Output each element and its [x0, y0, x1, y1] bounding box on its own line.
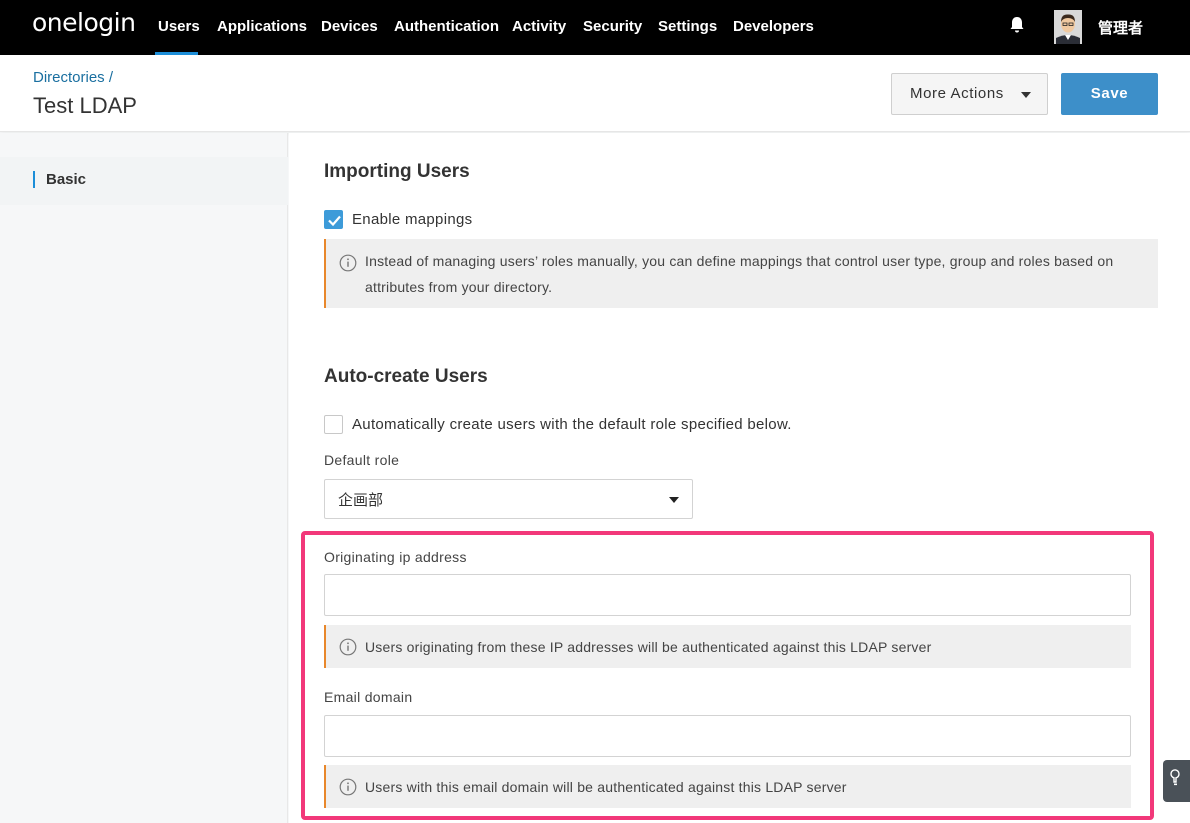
sidebar-active-indicator — [33, 171, 35, 188]
highlight-annotation-box — [301, 531, 1154, 820]
section-title-auto-create-users: Auto-create Users — [324, 366, 488, 387]
page-title: Test LDAP — [33, 93, 137, 118]
auto-create-checkbox[interactable] — [324, 415, 343, 434]
sidebar-item-label: Basic — [46, 171, 87, 188]
nav-item-settings[interactable]: Settings — [658, 18, 717, 35]
onelogin-logo[interactable]: onelogin — [32, 8, 136, 37]
section-title-importing-users: Importing Users — [324, 161, 470, 182]
auto-create-label[interactable]: Automatically create users with the defa… — [352, 416, 792, 433]
default-role-select[interactable]: 企画部 — [324, 479, 693, 519]
page-header: Directories / Test LDAP More Actions Sav… — [0, 55, 1190, 132]
breadcrumb-directories[interactable]: Directories / — [33, 69, 113, 86]
checkmark-icon — [328, 215, 341, 227]
mappings-info-line-1: Instead of managing users’ roles manuall… — [365, 253, 1114, 269]
caret-down-icon — [1021, 92, 1031, 98]
nav-item-applications[interactable]: Applications — [217, 18, 307, 35]
nav-item-activity[interactable]: Activity — [512, 18, 566, 35]
top-navigation-bar: onelogin Users Applications Devices Auth… — [0, 0, 1190, 55]
more-actions-label: More Actions — [910, 85, 1004, 102]
username-label[interactable]: 管理者 — [1098, 17, 1143, 38]
user-avatar[interactable] — [1054, 10, 1082, 44]
chevron-down-icon — [669, 497, 679, 503]
nav-item-devices[interactable]: Devices — [321, 18, 378, 35]
sidebar: Basic — [0, 133, 288, 823]
nav-item-users[interactable]: Users — [158, 18, 200, 35]
more-actions-button[interactable]: More Actions — [891, 73, 1048, 115]
nav-item-authentication[interactable]: Authentication — [394, 18, 499, 35]
enable-mappings-checkbox[interactable] — [324, 210, 343, 229]
save-button[interactable]: Save — [1061, 73, 1158, 115]
help-button[interactable] — [1163, 760, 1190, 802]
lightbulb-icon — [1170, 769, 1180, 786]
nav-item-security[interactable]: Security — [583, 18, 642, 35]
default-role-value: 企画部 — [338, 492, 384, 509]
nav-item-developers[interactable]: Developers — [733, 18, 814, 35]
enable-mappings-label[interactable]: Enable mappings — [352, 211, 472, 228]
sidebar-item-basic[interactable] — [0, 157, 288, 205]
info-icon — [339, 254, 357, 272]
mappings-info-line-2: attributes from your directory. — [365, 279, 553, 295]
default-role-label: Default role — [324, 452, 400, 468]
notification-bell-icon[interactable] — [1009, 16, 1025, 34]
